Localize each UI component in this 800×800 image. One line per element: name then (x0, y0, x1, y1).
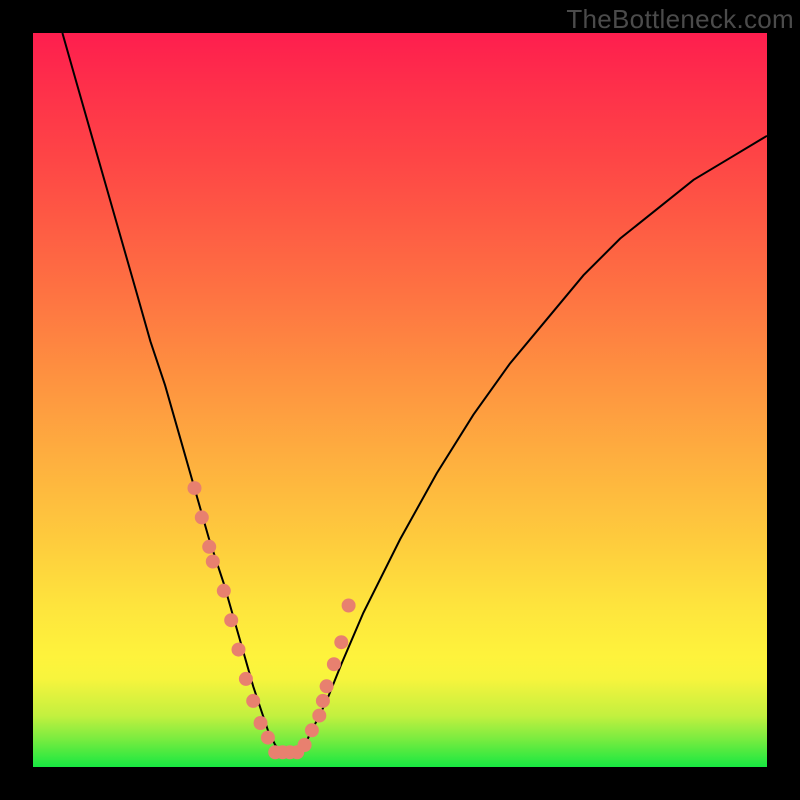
chart-overlay (33, 33, 767, 767)
highlight-dot (342, 599, 356, 613)
highlight-dot (246, 694, 260, 708)
highlight-dot (239, 672, 253, 686)
highlight-dot (217, 584, 231, 598)
highlight-dot (298, 738, 312, 752)
highlight-dot (320, 679, 334, 693)
highlight-dot (195, 510, 209, 524)
highlight-dot (254, 716, 268, 730)
highlight-dot (261, 731, 275, 745)
highlight-dot (224, 613, 238, 627)
highlight-dots (188, 481, 356, 759)
highlight-dot (327, 657, 341, 671)
highlight-dot (312, 709, 326, 723)
highlight-dot (305, 723, 319, 737)
highlight-dot (334, 635, 348, 649)
highlight-dot (188, 481, 202, 495)
chart-stage: TheBottleneck.com (0, 0, 800, 800)
watermark-text: TheBottleneck.com (566, 4, 794, 35)
highlight-dot (202, 540, 216, 554)
bottleneck-curve (62, 33, 767, 752)
highlight-dot (232, 643, 246, 657)
highlight-dot (316, 694, 330, 708)
highlight-dot (206, 555, 220, 569)
